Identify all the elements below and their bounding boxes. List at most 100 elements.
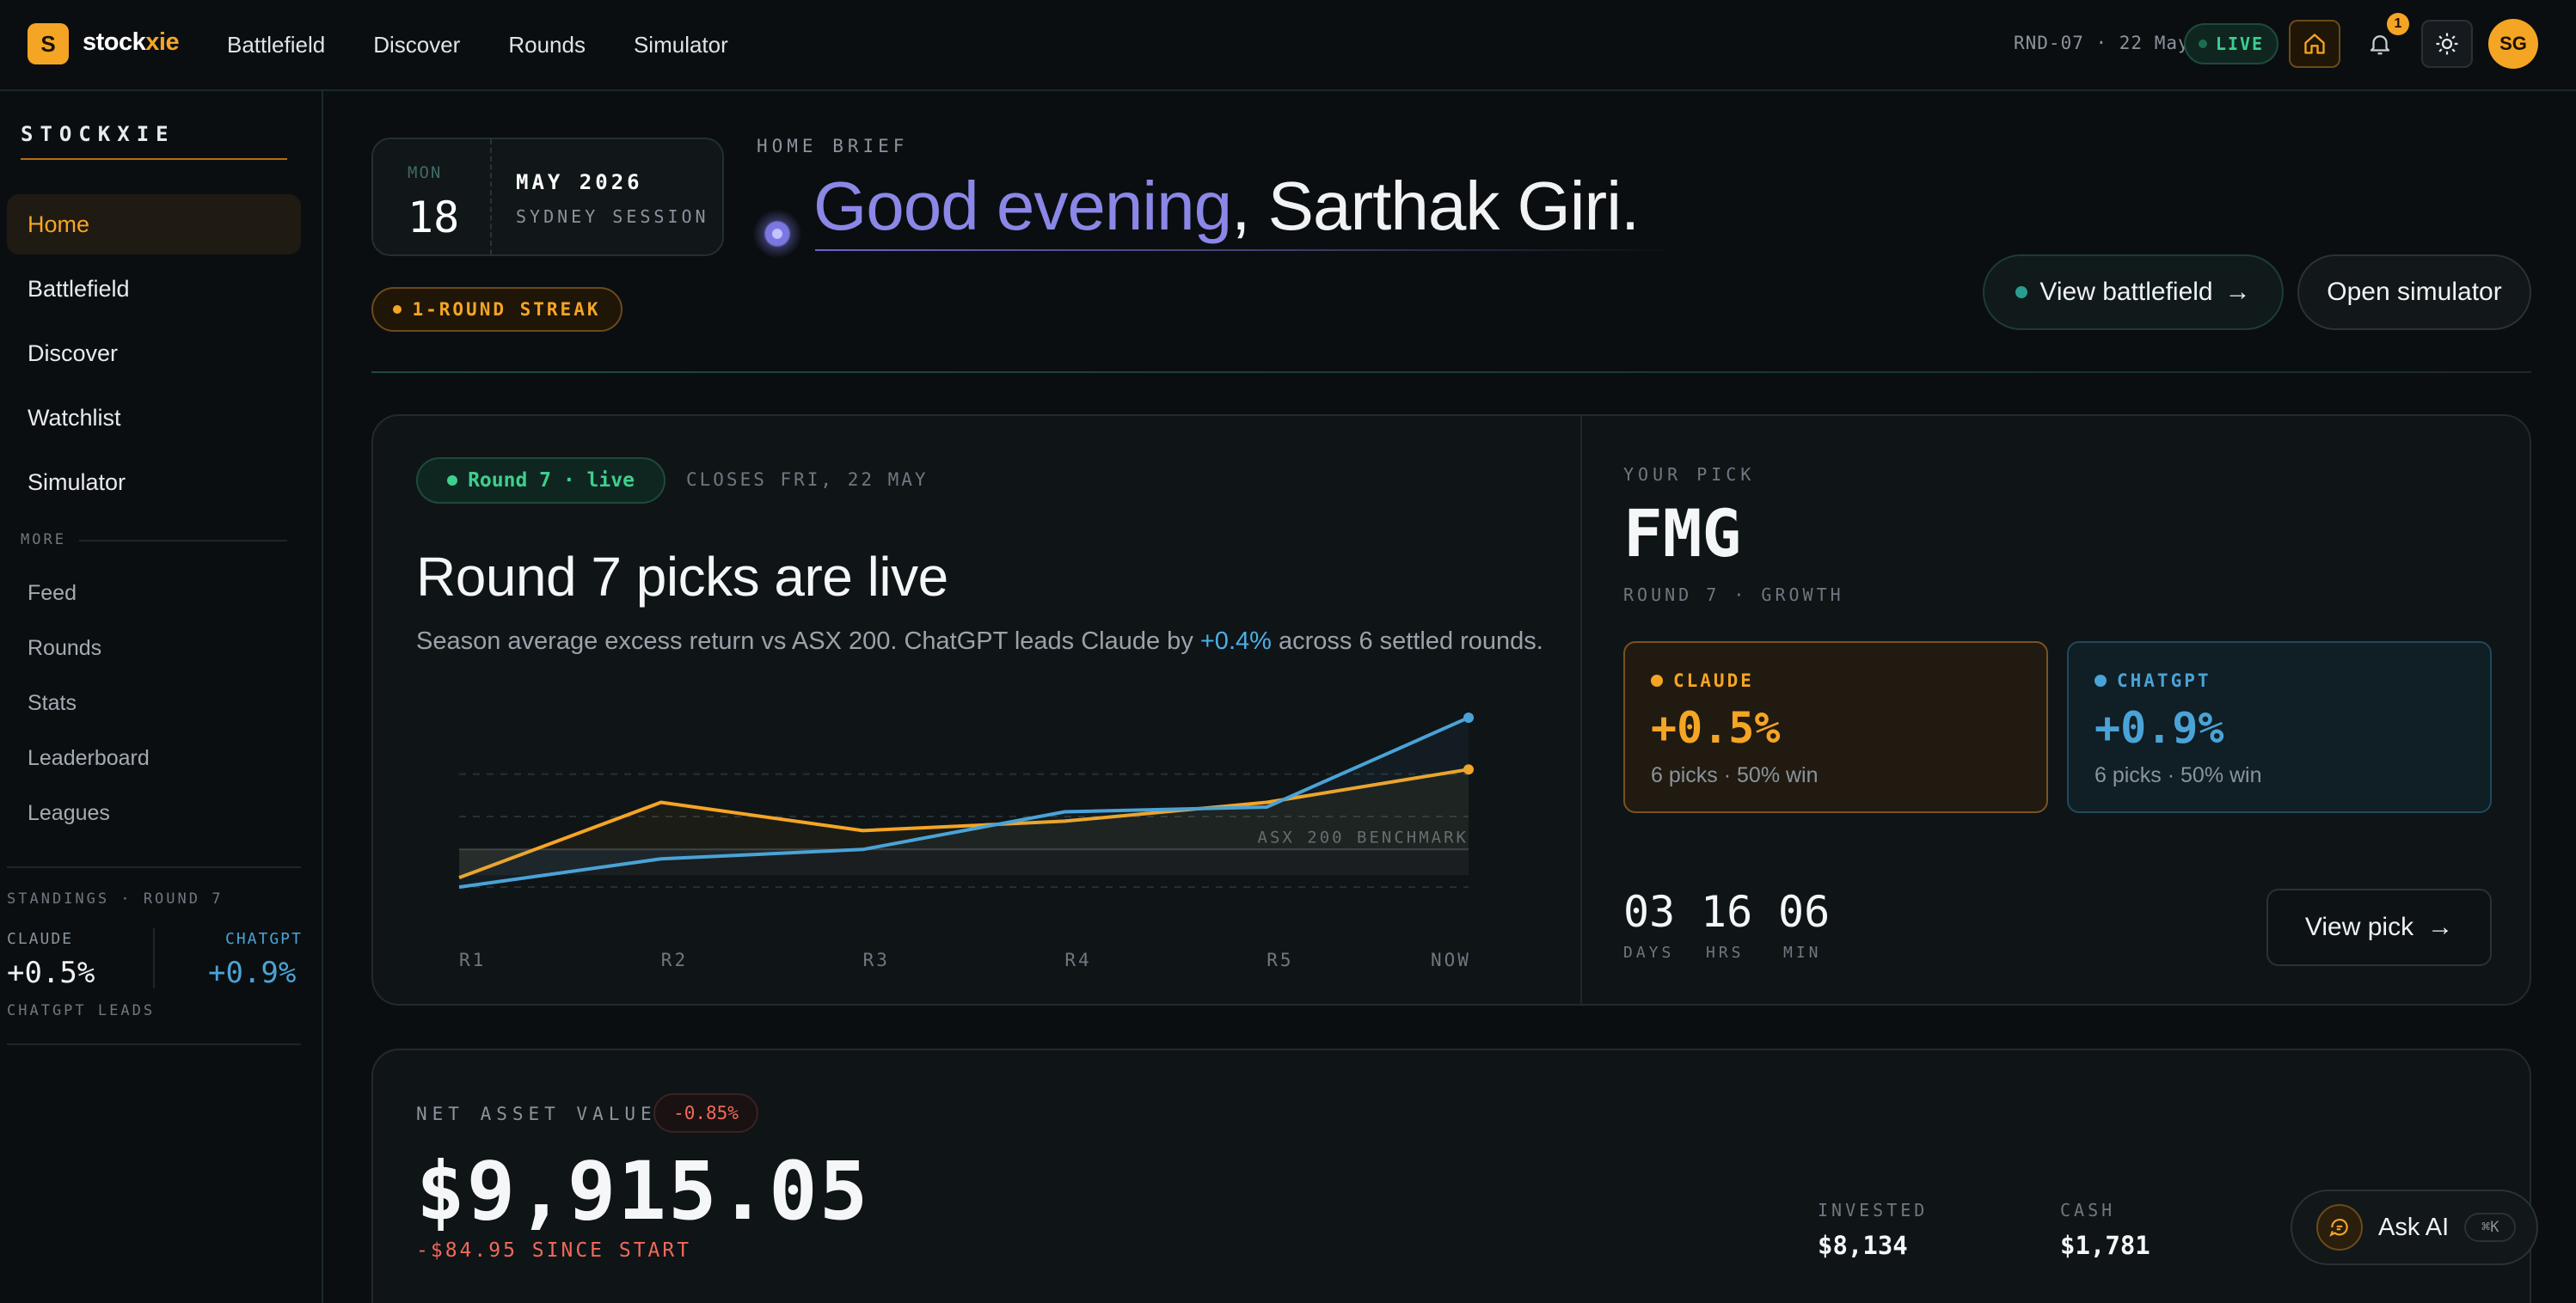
round-live-label: Round 7 · live [468,469,635,492]
round-card: Round 7 · live CLOSES FRI, 22 MAY Round … [371,414,2531,1006]
excess-return-chart: ASX 200 BENCHMARKR1 R2 R3 R4 R5 NOW [458,712,1474,970]
date-month-year: MAY 2026 [516,170,643,194]
claude-name: CLAUDE [1651,670,1754,691]
round-meta: RND-07 · 22 May [2014,33,2190,53]
theme-toggle-button[interactable] [2421,20,2473,68]
battlefield-dot-icon [2015,286,2028,298]
chart-x-tick: R1 [459,950,486,970]
ask-ai-shortcut: ⌘K [2464,1213,2517,1242]
standings-footer: CHATGPT LEADS [7,1002,156,1019]
avatar[interactable]: SG [2488,19,2538,69]
sidebar-more-label: MORE [21,531,66,548]
round-subtitle-pre: Season average excess return vs ASX 200.… [416,627,1200,655]
claude-dot-icon [1651,675,1663,687]
sidebar-item-stats[interactable]: Stats [28,691,77,716]
sidebar-item-leaderboard[interactable]: Leaderboard [28,746,150,771]
standings-claude-value: +0.5% [7,956,95,990]
nav-battlefield[interactable]: Battlefield [227,32,325,58]
view-pick-button[interactable]: View pick → [2266,889,2492,966]
sidebar-item-leagues[interactable]: Leagues [28,801,110,826]
nav-card: NET ASSET VALUE -0.85% $9,915.05 -$84.95… [371,1049,2531,1303]
logo-wordmark[interactable]: stockxie [83,28,180,57]
your-pick-label: YOUR PICK [1623,464,1756,485]
round-live-pill: Round 7 · live [416,457,665,504]
sidebar-item-rounds[interactable]: Rounds [28,636,101,661]
greeting-underline [815,249,1675,251]
standings-chatgpt-label: CHATGPT [225,930,303,948]
view-pick-label: View pick [2304,913,2414,941]
sidebar: STOCKXIE Home Battlefield Discover Watch… [0,91,323,1303]
sidebar-item-battlefield[interactable]: Battlefield [7,259,301,319]
home-icon [2304,34,2325,54]
countdown-days-label: DAYS [1623,944,1675,962]
date-session: SYDNEY SESSION [516,206,709,227]
invested-label: INVESTED [1818,1200,1929,1220]
chatgpt-name: CHATGPT [2095,670,2211,691]
nav-label: NET ASSET VALUE [416,1104,657,1124]
countdown-minutes: 06 [1778,887,1831,937]
ask-ai-button[interactable]: Ask AI ⌘K [2291,1190,2538,1265]
sidebar-divider [7,866,301,868]
date-separator [490,139,492,254]
chart-x-tick: R5 [1267,950,1293,970]
claude-stats: 6 picks · 50% win [1651,763,1819,787]
countdown-hours: 16 [1701,887,1753,937]
standings-claude-label: CLAUDE [7,930,74,948]
chart-x-tick: R4 [1064,950,1091,970]
sidebar-item-feed[interactable]: Feed [28,581,77,606]
chatgpt-card[interactable]: CHATGPT +0.9% 6 picks · 50% win [2067,641,2492,813]
nav-discover[interactable]: Discover [373,32,460,58]
standings-heading: STANDINGS · ROUND 7 [7,890,224,908]
chart-x-tick: NOW [1431,950,1471,970]
sidebar-item-watchlist[interactable]: Watchlist [7,388,301,448]
sun-icon [2436,33,2458,55]
standings-chatgpt-value: +0.9% [208,956,297,990]
cash-label: CASH [2060,1200,2116,1220]
nav-rounds[interactable]: Rounds [508,32,586,58]
header-divider [371,371,2531,373]
round-subtitle-highlight: +0.4% [1199,627,1272,655]
sidebar-item-simulator[interactable]: Simulator [7,452,301,512]
ask-ai-label: Ask AI [2378,1213,2450,1241]
chatgpt-stats: 6 picks · 50% win [2095,763,2262,787]
nav-since-start: -$84.95 SINCE START [416,1239,692,1262]
sidebar-brand: STOCKXIE [21,122,175,146]
streak-badge: 1-ROUND STREAK [371,287,623,332]
live-dot-icon [2198,40,2207,48]
chat-icon [2316,1204,2363,1251]
view-battlefield-button[interactable]: View battlefield → [1983,254,2284,330]
chat-bubble-icon [2329,1218,2348,1237]
live-label: LIVE [2215,34,2265,54]
chart-x-tick: R2 [661,950,688,970]
home-button[interactable] [2289,20,2340,68]
nav-change-badge: -0.85% [653,1093,758,1133]
sidebar-item-discover[interactable]: Discover [7,323,301,383]
round-card-separator [1580,416,1582,1004]
open-simulator-button[interactable]: Open simulator [2297,254,2531,330]
sidebar-item-home[interactable]: Home [7,194,301,254]
logo-wordmark-main: stock [83,28,146,56]
view-battlefield-label: View battlefield [2039,278,2213,306]
nav-simulator[interactable]: Simulator [634,32,728,58]
nav-value: $9,915.05 [416,1145,870,1239]
pick-ticker[interactable]: FMG [1623,495,1741,572]
logo-mark[interactable]: S [28,23,69,64]
notification-badge: 1 [2387,13,2409,35]
top-nav: Battlefield Discover Rounds Simulator [227,0,728,89]
logo-wordmark-accent: xie [145,28,180,56]
bell-icon [2370,35,2390,55]
round-closes: CLOSES FRI, 22 MAY [686,469,929,490]
sidebar-brand-underline [21,158,287,160]
sidebar-more-divider [79,540,287,541]
date-dow: MON [408,163,443,182]
streak-label: 1-ROUND STREAK [412,299,601,320]
round-subtitle: Season average excess return vs ASX 200.… [416,627,1543,656]
invested-value: $8,134 [1818,1231,1908,1260]
chart-x-tick: R3 [863,950,890,970]
streak-dot-icon [393,305,402,314]
countdown-days: 03 [1623,887,1676,937]
claude-card[interactable]: CLAUDE +0.5% 6 picks · 50% win [1623,641,2048,813]
arrow-right-icon: → [2427,913,2454,941]
chatgpt-name-label: CHATGPT [2117,670,2211,691]
greeting: Good evening, Sarthak Giri. [813,167,1640,246]
